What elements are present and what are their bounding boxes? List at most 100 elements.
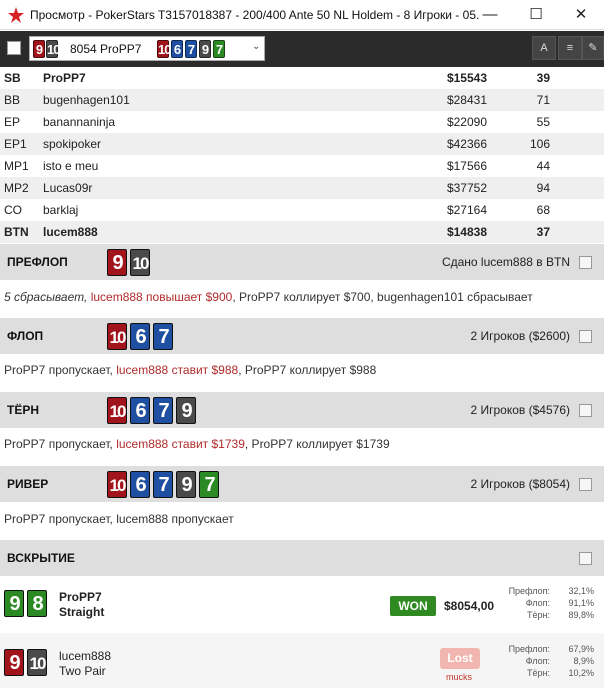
player-stack: $42366 — [446, 137, 487, 151]
card: 10 — [107, 323, 127, 350]
player-row: BTN lucem888 $14838 37 — [0, 221, 604, 243]
equity-block: Префлоп: 32,1% Флоп: 91,1% Тёрн: 89,8% — [496, 586, 594, 622]
player-name: banannaninja — [43, 115, 116, 129]
player-bb: 44 — [536, 159, 550, 173]
street-name: РИВЕР — [7, 477, 49, 491]
player-stack: $27164 — [446, 203, 487, 217]
edit-button[interactable]: ✎ — [582, 36, 604, 60]
pokerstars-app-icon — [8, 7, 24, 23]
street-header-showdown: ВСКРЫТИЕ — [0, 540, 604, 576]
action-text: , ProPP7 коллирует $1739 — [244, 437, 390, 451]
showdown-player-name: lucem888 — [59, 649, 112, 663]
player-row: CO barklaj $27164 68 — [0, 199, 604, 221]
preflop-actions: 5 сбрасывает, lucem888 повышает $900, Pr… — [4, 290, 602, 304]
player-position: SB — [4, 71, 21, 85]
maximize-button[interactable]: ☐ — [513, 0, 559, 30]
player-stack: $14838 — [446, 225, 487, 239]
window-titlebar: Просмотр - PokerStars T3157018387 - 200/… — [0, 0, 604, 30]
player-position: MP1 — [4, 159, 29, 173]
action-text: , ProPP7 коллирует $988 — [238, 363, 377, 377]
hero-action-text: lucem888 ставит $988 — [116, 363, 239, 377]
card: 10 — [130, 249, 150, 276]
street-checkbox[interactable] — [579, 552, 592, 565]
street-checkbox[interactable] — [579, 404, 592, 417]
player-position: BTN — [4, 225, 29, 239]
equity-label: Флоп: — [525, 598, 550, 608]
equity-label: Префлоп: — [508, 644, 550, 654]
street-info: 2 Игроков ($2600) — [470, 329, 571, 343]
player-row: MP1 isto e meu $17566 44 — [0, 155, 604, 177]
equity-label: Тёрн: — [527, 668, 550, 678]
equity-label: Префлоп: — [508, 586, 550, 596]
chevron-down-icon: ⌄ — [252, 41, 261, 52]
showdown-player-name: ProPP7 — [59, 590, 102, 604]
font-icon: A — [540, 42, 548, 54]
card: 8 — [27, 590, 47, 617]
card: 10 — [46, 40, 60, 58]
street-checkbox[interactable] — [579, 330, 592, 343]
player-bb: 106 — [529, 137, 550, 151]
card: 6 — [130, 397, 150, 424]
street-checkbox[interactable] — [579, 478, 592, 491]
list-icon: ≡ — [566, 42, 574, 54]
hero-action-text: lucem888 повышает $900 — [90, 290, 233, 304]
player-row: SB ProPP7 $15543 39 — [0, 67, 604, 89]
close-button[interactable]: ✕ — [558, 0, 604, 30]
card: 9 — [176, 397, 196, 424]
player-stack: $15543 — [446, 71, 487, 85]
card: 7 — [213, 40, 225, 58]
action-text: ProPP7 пропускает, — [4, 363, 117, 377]
hero-action-text: lucem888 ставит $1739 — [116, 437, 245, 451]
player-bb: 55 — [536, 115, 550, 129]
player-position: EP1 — [4, 137, 27, 151]
flop-actions: ProPP7 пропускает, lucem888 ставит $988,… — [4, 363, 602, 377]
card: 10 — [107, 397, 127, 424]
player-stack: $37752 — [446, 181, 487, 195]
equity-block: Префлоп: 67,9% Флоп: 8,9% Тёрн: 10,2% — [496, 644, 594, 680]
equity-value: 89,8% — [568, 610, 594, 620]
hand-selector-dropdown[interactable]: 9 10 8054 ProPP7 10 6 7 9 7 ⌄ — [29, 36, 265, 61]
street-name: ФЛОП — [7, 329, 44, 343]
street-header-river: РИВЕР 10 6 7 9 7 2 Игроков ($8054) — [0, 466, 604, 502]
lost-badge: Lost — [440, 648, 480, 669]
player-row: BB bugenhagen101 $28431 71 — [0, 89, 604, 111]
player-stack: $22090 — [446, 115, 487, 129]
player-row: MP2 Lucas09r $37752 94 — [0, 177, 604, 199]
card: 6 — [130, 323, 150, 350]
action-text: , ProPP7 коллирует $700, bugenhagen101 с… — [232, 290, 533, 304]
card: 9 — [107, 249, 127, 276]
player-bb: 68 — [536, 203, 550, 217]
card: 9 — [4, 590, 24, 617]
player-stack: $28431 — [446, 93, 487, 107]
select-hand-checkbox[interactable] — [7, 41, 21, 55]
font-size-button[interactable]: A — [532, 36, 556, 60]
action-text: ProPP7 пропускает, lucem888 пропускает — [4, 512, 234, 526]
street-header-preflop: ПРЕФЛОП 9 10 Сдано lucem888 в BTN — [0, 244, 604, 280]
player-position: BB — [4, 93, 21, 107]
street-header-flop: ФЛОП 10 6 7 2 Игроков ($2600) — [0, 318, 604, 354]
card: 7 — [153, 397, 173, 424]
street-info: 2 Игроков ($4576) — [470, 403, 571, 417]
card: 10 — [157, 40, 171, 58]
card: 10 — [107, 471, 127, 498]
equity-value: 32,1% — [568, 586, 594, 596]
minimize-button[interactable]: — — [467, 0, 513, 30]
player-name: isto e meu — [43, 159, 99, 173]
street-checkbox[interactable] — [579, 256, 592, 269]
mucks-label: mucks — [446, 672, 473, 682]
player-row: EP banannaninja $22090 55 — [0, 111, 604, 133]
player-position: CO — [4, 203, 22, 217]
street-info: Сдано lucem888 в BTN — [441, 255, 570, 269]
card: 6 — [171, 40, 183, 58]
won-badge: WON — [390, 596, 436, 616]
street-name: ПРЕФЛОП — [7, 255, 68, 269]
street-header-turn: ТЁРН 10 6 7 9 2 Игроков ($4576) — [0, 392, 604, 428]
equity-label: Флоп: — [525, 656, 550, 666]
list-view-button[interactable]: ≡ — [558, 36, 582, 60]
showdown-row-winner: 98 ProPP7 Straight WON $8054,00 Префлоп:… — [0, 576, 604, 632]
river-actions: ProPP7 пропускает, lucem888 пропускает — [4, 512, 602, 526]
player-position: MP2 — [4, 181, 29, 195]
won-amount: $8054,00 — [444, 599, 495, 613]
equity-value: 8,9% — [573, 656, 594, 666]
showdown-hand-rank: Two Pair — [59, 664, 106, 678]
